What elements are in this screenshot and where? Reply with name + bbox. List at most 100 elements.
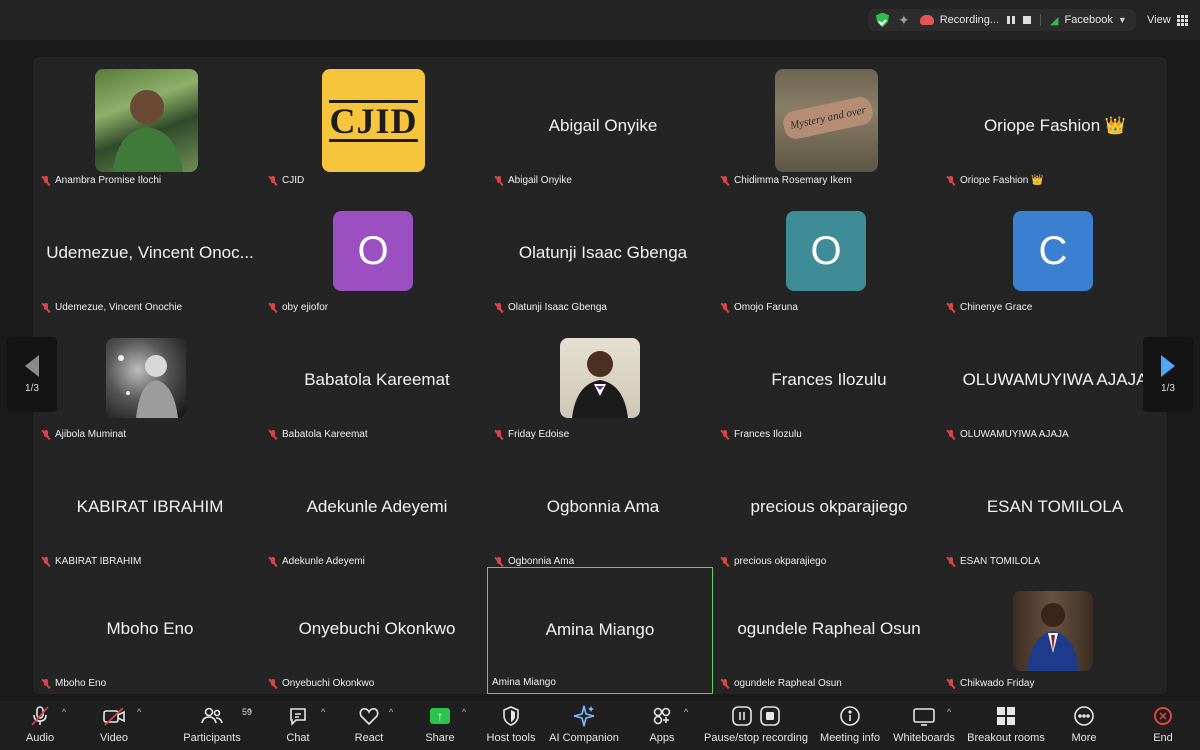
mic-muted-icon — [946, 429, 956, 440]
participant-tile[interactable]: Frances Ilozulu Frances Ilozulu — [716, 318, 942, 445]
participant-tile[interactable]: Chikwado Friday — [942, 567, 1168, 694]
cjid-logo: CJID — [322, 69, 425, 172]
view-label: View — [1147, 14, 1171, 26]
participant-tile[interactable]: Anambra Promise Ilochi — [37, 64, 263, 191]
share-options-caret-icon[interactable]: ^ — [462, 707, 466, 717]
ai-companion-button[interactable]: AI Companion — [549, 703, 619, 744]
cloud-recording-icon — [919, 15, 934, 25]
participant-display-name: Onyebuchi Okonkwo — [298, 619, 456, 638]
participant-photo — [95, 69, 198, 172]
participant-tile[interactable]: Mboho Eno Mboho Eno — [37, 567, 263, 694]
participant-display-name: ESAN TOMILOLA — [986, 497, 1124, 516]
participant-display-name: Babatola Kareemat — [304, 370, 450, 389]
video-button[interactable]: Video — [96, 703, 132, 744]
active-speaker-tile[interactable]: Amina Miango Amina Miango — [487, 567, 713, 694]
participant-name-label: Ogbonnia Ama — [494, 556, 574, 567]
participant-name-label: CJID — [268, 175, 304, 186]
react-button[interactable]: React — [352, 703, 386, 744]
end-meeting-button[interactable]: ✕ End — [1148, 703, 1178, 744]
participant-tile[interactable]: CJID CJID — [264, 64, 490, 191]
participant-photo — [1013, 591, 1093, 671]
apps-button[interactable]: Apps — [647, 703, 677, 744]
whiteboards-options-caret-icon[interactable]: ^ — [947, 707, 951, 717]
react-options-caret-icon[interactable]: ^ — [389, 707, 393, 717]
mic-muted-icon — [41, 429, 51, 440]
participant-display-name: Mboho Eno — [106, 619, 194, 638]
stop-icon — [760, 706, 780, 726]
participant-tile[interactable]: Babatola Kareemat Babatola Kareemat — [264, 318, 490, 445]
participant-tile[interactable]: ogundele Rapheal Osun ogundele Rapheal O… — [716, 567, 942, 694]
pause-recording-icon[interactable] — [1007, 16, 1016, 24]
apps-options-caret-icon[interactable]: ^ — [684, 707, 688, 717]
more-button[interactable]: More — [1069, 703, 1099, 744]
participant-tile[interactable]: precious okparajiego precious okparajieg… — [716, 445, 942, 572]
participant-name-label: Adekunle Adeyemi — [268, 556, 365, 567]
participant-tile[interactable]: Ogbonnia Ama Ogbonnia Ama — [490, 445, 716, 572]
chevron-down-icon[interactable]: ▼ — [1118, 15, 1127, 25]
participant-tile[interactable]: ESAN TOMILOLA ESAN TOMILOLA — [942, 445, 1168, 572]
participant-tile[interactable]: OLUWAMUYIWA AJAJA OLUWAMUYIWA AJAJA — [942, 318, 1168, 445]
participant-tile[interactable]: Mystery and over Chidimma Rosemary Ikem — [716, 64, 942, 191]
participant-tile[interactable]: Adekunle Adeyemi Adekunle Adeyemi — [264, 445, 490, 572]
meeting-info-button[interactable]: Meeting info — [820, 703, 880, 744]
pause-icon — [732, 706, 752, 726]
participant-tile[interactable]: Olatunji Isaac Gbenga Olatunji Isaac Gbe… — [490, 191, 716, 318]
mic-muted-icon — [41, 678, 51, 689]
mic-muted-icon — [41, 175, 51, 186]
mic-muted-icon — [720, 175, 730, 186]
mic-muted-icon — [494, 175, 504, 186]
participant-display-name: Adekunle Adeyemi — [306, 497, 448, 516]
participant-tile[interactable]: Friday Edoise — [490, 318, 716, 445]
share-screen-icon: ↑ — [430, 703, 450, 729]
view-button[interactable]: View — [1141, 9, 1195, 31]
ai-companion-status-icon[interactable]: ✦ — [898, 12, 910, 29]
video-options-caret-icon[interactable]: ^ — [137, 707, 141, 717]
heart-icon — [358, 703, 380, 729]
mic-muted-icon — [268, 302, 278, 313]
participant-tile[interactable]: Onyebuchi Okonkwo Onyebuchi Okonkwo — [264, 567, 490, 694]
chat-options-caret-icon[interactable]: ^ — [321, 707, 325, 717]
mic-muted-icon — [268, 678, 278, 689]
mic-muted-icon — [494, 429, 504, 440]
participant-tile[interactable]: Abigail Onyike Abigail Onyike — [490, 64, 716, 191]
encryption-shield-icon[interactable] — [876, 12, 889, 28]
participants-button[interactable]: 59 Participants — [182, 703, 252, 744]
host-tools-button[interactable]: Host tools — [485, 703, 537, 744]
pause-stop-recording-button[interactable]: Pause/stop recording — [704, 703, 808, 744]
participant-tile[interactable]: O Omojo Faruna — [716, 191, 942, 318]
audio-options-caret-icon[interactable]: ^ — [62, 707, 66, 717]
camera-off-icon — [102, 703, 126, 729]
arrow-left-icon — [25, 355, 39, 377]
breakout-rooms-icon — [995, 703, 1017, 729]
participant-name-label: ESAN TOMILOLA — [946, 556, 1040, 567]
chat-button[interactable]: Chat — [282, 703, 314, 744]
participant-tile[interactable]: C Chinenye Grace — [942, 191, 1168, 318]
live-stream-destination-label[interactable]: Facebook — [1065, 14, 1113, 26]
participant-name-label: KABIRAT IBRAHIM — [41, 556, 141, 567]
audio-button[interactable]: Audio — [22, 703, 58, 744]
mic-muted-icon — [720, 678, 730, 689]
participant-tile[interactable]: O oby ejiofor — [264, 191, 490, 318]
stop-recording-icon[interactable] — [1023, 16, 1032, 24]
share-button[interactable]: ↑ Share — [424, 703, 456, 744]
whiteboards-button[interactable]: Whiteboards — [893, 703, 955, 744]
participant-tile[interactable]: Ajibola Muminat — [37, 318, 263, 445]
participant-display-name: Abigail Onyike — [548, 116, 658, 135]
meeting-controls-toolbar: Audio ^ Video ^ 59 Participants ^ Chat ^… — [0, 701, 1200, 750]
participant-tile[interactable]: Oriope Fashion 👑 Oriope Fashion 👑 — [942, 64, 1168, 191]
participant-display-name: Ogbonnia Ama — [546, 497, 660, 516]
next-page-button[interactable]: 1/3 — [1143, 337, 1193, 412]
participants-options-caret-icon[interactable]: ^ — [247, 707, 251, 717]
participant-tile[interactable]: KABIRAT IBRAHIM KABIRAT IBRAHIM — [37, 445, 263, 572]
page-indicator: 1/3 — [25, 383, 39, 394]
participant-name-label: oby ejiofor — [268, 302, 328, 313]
participant-display-name: Olatunji Isaac Gbenga — [518, 243, 688, 262]
mic-muted-icon — [29, 703, 51, 729]
participant-display-name: precious okparajiego — [750, 497, 908, 516]
status-divider — [1040, 14, 1042, 26]
participant-tile[interactable]: Udemezue, Vincent Onoc... Udemezue, Vinc… — [37, 191, 263, 318]
mic-muted-icon — [268, 556, 278, 567]
previous-page-button[interactable]: 1/3 — [7, 337, 57, 412]
participant-display-name: Frances Ilozulu — [771, 370, 887, 389]
breakout-rooms-button[interactable]: Breakout rooms — [967, 703, 1045, 744]
